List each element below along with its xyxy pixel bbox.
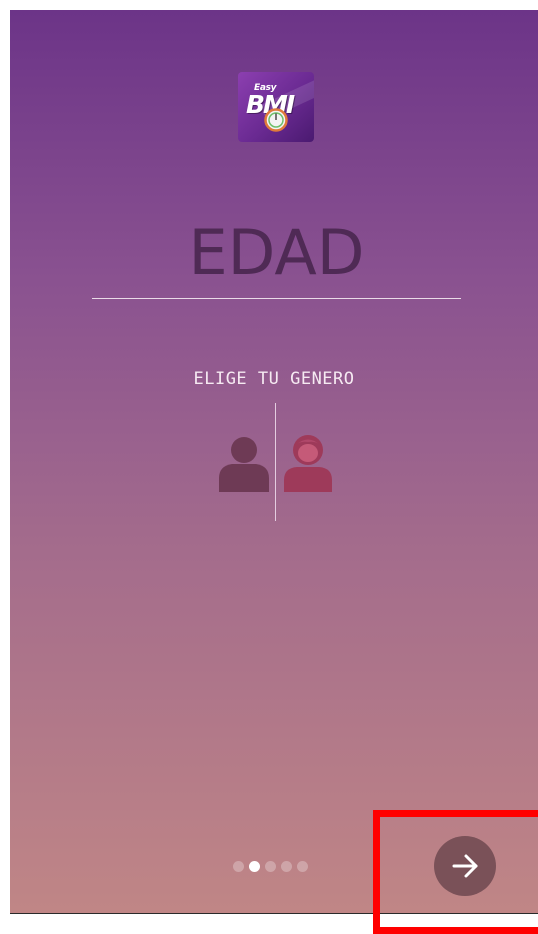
page-dot bbox=[265, 860, 276, 872]
onboarding-screen: Easy BMI ELIGE TU GENERO bbox=[10, 10, 538, 913]
page-indicator bbox=[233, 860, 308, 872]
app-logo: Easy BMI bbox=[238, 72, 314, 142]
male-user-icon bbox=[219, 437, 269, 492]
page-dot bbox=[249, 860, 260, 872]
gender-divider bbox=[275, 403, 276, 521]
age-input[interactable] bbox=[92, 207, 461, 299]
male-gender-button[interactable] bbox=[216, 430, 272, 494]
page-dot bbox=[297, 860, 308, 872]
gauge-icon bbox=[264, 108, 288, 132]
screen-bottom-edge bbox=[10, 913, 538, 914]
arrow-right-icon bbox=[452, 854, 478, 878]
female-gender-button[interactable] bbox=[280, 430, 336, 494]
next-button[interactable] bbox=[434, 836, 496, 896]
page-dot bbox=[281, 860, 292, 872]
female-user-icon bbox=[284, 435, 332, 492]
gender-prompt: ELIGE TU GENERO bbox=[193, 369, 355, 389]
page-dot bbox=[233, 860, 244, 872]
